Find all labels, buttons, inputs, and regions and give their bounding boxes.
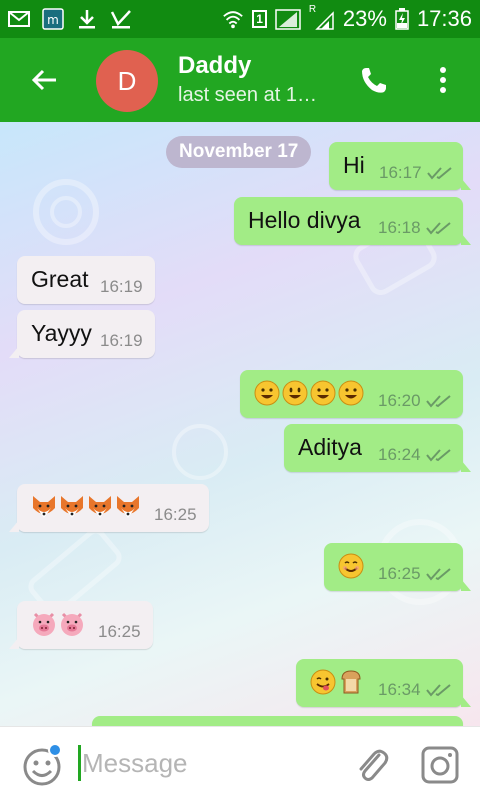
message-bubble-incoming[interactable]: Great 16:19: [17, 256, 155, 304]
bubble-tail: [461, 178, 471, 190]
camera-button[interactable]: [420, 745, 460, 785]
status-bar: m 1 R 23% 17:36: [0, 0, 480, 38]
fox-face-emoji: [61, 496, 83, 518]
message-text: Aditya: [298, 434, 362, 460]
message-bubble-incoming[interactable]: 16:25: [9, 601, 153, 649]
pig-face-emoji: [33, 612, 55, 636]
notification-dot: [48, 743, 62, 757]
grinning-face-emoji: [310, 380, 336, 406]
grinning-face-emoji: [338, 380, 364, 406]
message-time: 16:25: [98, 622, 141, 641]
back-button[interactable]: [22, 58, 66, 102]
message-time: 16:34: [378, 680, 421, 699]
app-notification-icon: m: [42, 8, 64, 30]
chat-header: D Daddy last seen at 1…: [0, 38, 480, 122]
message-time: 16:25: [154, 505, 197, 524]
wifi-icon: [222, 8, 244, 30]
message-list[interactable]: November 17 Hi 16:17 Hello divya 16:18 G…: [0, 122, 480, 726]
double-check-icon: [426, 222, 451, 235]
message-bubble-outgoing[interactable]: Hi 16:17: [329, 142, 471, 190]
message-composer: [0, 726, 480, 800]
emoji-row: [31, 611, 87, 637]
pig-face-emoji: [61, 612, 83, 636]
emoji-row: [338, 553, 366, 579]
message-bubble-incoming[interactable]: 16:25: [9, 484, 209, 532]
roaming-label: R: [308, 4, 317, 15]
message-bubble-outgoing[interactable]: Aditya 16:24: [284, 424, 471, 472]
bubble-tail: [9, 346, 19, 358]
signal-roaming-icon: R: [309, 4, 335, 30]
message-time: 16:20: [378, 391, 421, 410]
double-check-icon: [426, 395, 451, 408]
avatar[interactable]: D: [96, 50, 158, 112]
notification-icons: m: [8, 8, 132, 30]
smiley-face-emoji: [282, 380, 308, 406]
double-check-icon: [426, 684, 451, 697]
message-time: 16:25: [378, 564, 421, 583]
message-bubble-outgoing[interactable]: Hello divya 16:18: [234, 197, 471, 245]
svg-text:m: m: [47, 13, 59, 27]
camera-icon: [421, 746, 459, 784]
bread-emoji: [341, 670, 361, 694]
arrow-back-icon: [31, 69, 56, 91]
message-time: 16:17: [379, 163, 422, 182]
bubble-tail: [9, 520, 19, 532]
mail-icon: [8, 8, 30, 30]
message-text: Hello divya: [248, 207, 361, 233]
message-text: Great: [31, 266, 89, 292]
clock: 17:36: [416, 6, 472, 31]
download-icon: [76, 8, 98, 30]
message-input[interactable]: [82, 743, 332, 783]
bubble-tail: [461, 460, 471, 472]
paperclip-icon: [359, 749, 389, 781]
attach-button[interactable]: [352, 745, 392, 785]
text-cursor: [78, 745, 81, 781]
more-options-button[interactable]: [428, 58, 458, 102]
fox-face-emoji: [89, 496, 111, 518]
message-bubble-outgoing[interactable]: 16:34: [296, 659, 471, 707]
emoji-row: [254, 380, 366, 406]
message-bubble-outgoing[interactable]: 16:20: [240, 370, 463, 418]
yum-face-emoji: [310, 669, 336, 695]
call-button[interactable]: [354, 58, 394, 102]
message-time: 16:19: [100, 277, 143, 296]
double-check-icon: [427, 167, 452, 180]
double-check-icon: [426, 449, 451, 462]
date-separator: November 17: [166, 136, 312, 168]
battery-charging-icon: [395, 8, 409, 30]
fox-face-emoji: [33, 496, 55, 518]
sim-indicator: 1: [252, 10, 267, 28]
more-vertical-icon: [440, 67, 446, 93]
signal-icon: [275, 8, 301, 30]
grinning-face-emoji: [254, 380, 280, 406]
message-bubble-outgoing[interactable]: 16:25: [324, 543, 471, 591]
message-text: Hi: [343, 152, 365, 178]
check-icon: [110, 8, 132, 30]
last-seen-status: last seen at 1…: [178, 84, 317, 106]
battery-percent: 23%: [342, 6, 387, 31]
fox-face-emoji: [117, 496, 139, 518]
message-time: 16:19: [100, 331, 143, 350]
message-text: Yayyy: [31, 320, 92, 346]
contact-name[interactable]: Daddy: [178, 52, 251, 80]
smiling-face-emoji: [338, 553, 364, 579]
bubble-tail: [461, 233, 471, 245]
message-bubble-outgoing-partial[interactable]: [92, 716, 463, 726]
bubble-tail: [461, 695, 471, 707]
message-time: 16:24: [378, 445, 421, 464]
bubble-tail: [9, 637, 19, 649]
double-check-icon: [426, 568, 451, 581]
system-status: 1 R 23% 17:36: [222, 4, 472, 32]
message-bubble-incoming[interactable]: Yayyy 16:19: [9, 310, 155, 358]
bubble-tail: [461, 579, 471, 591]
phone-icon: [362, 68, 386, 93]
message-time: 16:18: [378, 218, 421, 237]
emoji-row: [31, 494, 143, 520]
emoji-row: [310, 669, 366, 695]
